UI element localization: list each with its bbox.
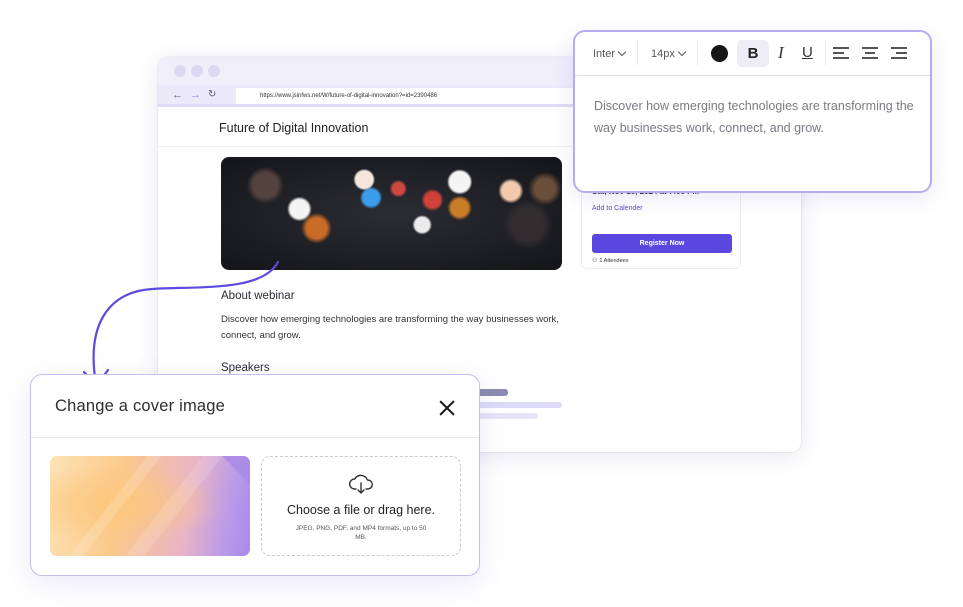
text-editor: Inter 14px B I U Discover how emerging t…	[573, 30, 932, 193]
toolbar-separator	[697, 41, 698, 65]
swatch-fold	[222, 456, 250, 484]
align-right-icon[interactable]	[891, 46, 907, 60]
font-size-value: 14px	[651, 48, 675, 60]
toolbar-separator	[637, 41, 638, 65]
font-size-select[interactable]: 14px	[651, 47, 687, 61]
event-card: Sat, Nov 16, 2024 at 7:00 PM Add to Cale…	[581, 185, 741, 269]
add-to-calendar-link[interactable]: Add to Calender	[592, 205, 643, 212]
chevron-down-icon	[677, 47, 687, 57]
align-left-icon[interactable]	[833, 46, 849, 60]
font-family-select[interactable]: Inter	[593, 47, 627, 61]
attendees-count: ⚇ 1 Attendees	[592, 257, 628, 264]
chevron-down-icon	[617, 47, 627, 57]
close-icon[interactable]	[438, 399, 456, 417]
cover-image[interactable]	[221, 157, 562, 270]
about-heading: About webinar	[221, 290, 295, 302]
reload-button[interactable]: ↻	[208, 88, 216, 102]
attendees-label: 1 Attendees	[599, 258, 629, 264]
bold-button[interactable]: B	[737, 40, 769, 67]
speaker-name-placeholder	[476, 389, 508, 396]
person-icon: ⚇	[592, 258, 598, 264]
modal-divider	[31, 437, 479, 438]
file-drop-zone[interactable]: Choose a file or drag here. JPEG, PNG, P…	[261, 456, 461, 556]
align-center-icon[interactable]	[862, 46, 878, 60]
modal-title: Change a cover image	[55, 397, 226, 415]
forward-button[interactable]: →	[190, 88, 201, 102]
speaker-line-placeholder	[476, 402, 562, 408]
underline-button[interactable]: U	[802, 42, 816, 64]
editor-toolbar: Inter 14px B I U	[575, 32, 930, 76]
italic-button[interactable]: I	[778, 42, 792, 64]
about-text: Discover how emerging technologies are t…	[221, 314, 559, 341]
cloud-upload-icon	[349, 474, 373, 494]
toolbar-separator	[825, 41, 826, 65]
upload-title: Choose a file or drag here.	[286, 503, 435, 517]
gradient-cover-option[interactable]	[50, 456, 250, 556]
upload-format-note: JPEG, PNG, PDF, and MP4 formats, up to 5…	[295, 525, 427, 541]
editor-content[interactable]: Discover how emerging technologies are t…	[594, 95, 919, 139]
window-close-dot[interactable]	[174, 65, 186, 77]
speaker-line-placeholder	[476, 413, 538, 419]
window-maximize-dot[interactable]	[208, 65, 220, 77]
change-cover-modal: Change a cover image Choose a file or dr…	[30, 374, 480, 576]
text-color-button[interactable]	[711, 45, 728, 62]
page-title: Future of Digital Innovation	[219, 121, 369, 135]
font-family-value: Inter	[593, 48, 616, 60]
speakers-heading: Speakers	[221, 362, 270, 374]
register-now-button[interactable]: Register Now	[592, 234, 732, 253]
back-button[interactable]: ←	[172, 88, 183, 102]
window-minimize-dot[interactable]	[191, 65, 203, 77]
